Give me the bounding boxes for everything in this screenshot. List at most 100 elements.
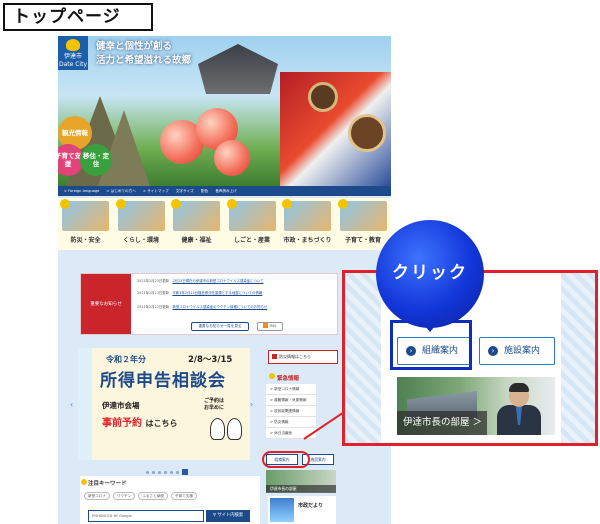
category-navigation: 防災・安全 くらし・環境 健康・福祉 しごと・産業 市政・まちづくり 子育て・教… [58, 198, 391, 250]
search-icon: ⚲ [212, 513, 216, 518]
pagination-dot[interactable] [170, 471, 173, 474]
banner-date: 2/8～3/15 [188, 355, 233, 365]
keyword-tag[interactable]: 子育て支援 [170, 492, 197, 500]
category-label: 子育て・教育 [344, 237, 381, 244]
sitemap-link[interactable]: > サイトマップ [143, 189, 169, 193]
notice-link[interactable]: 令和3年2月13日福島県沖を震源とする地震についての情報 [172, 291, 262, 295]
peach-image [214, 140, 250, 176]
emergency-item[interactable]: > 避難情報・気象警報 [266, 395, 316, 406]
mascot-image [210, 418, 225, 440]
important-notice-panel: 重要なお知らせ 2021年2月23日更新 2月23日現在の伊達市の新型コロナウイ… [80, 273, 338, 335]
hero-banner[interactable]: 伊達市 Date City 健幸と個性が創る 活力と希望溢れる故郷 観光情報 子… [58, 36, 391, 186]
keyword-icon [81, 479, 87, 485]
pagination-dot[interactable] [176, 471, 179, 474]
notice-list-button[interactable]: 重要なお知らせ一覧を見る [191, 322, 249, 331]
mayor-room-label-zoomed: 伊達市長の部屋 ＞ [397, 411, 487, 435]
newsletter-label: 市政だより [298, 503, 323, 509]
emergency-list: > 新型コロナ情報 > 避難情報・気象警報 > 放射能関連情報 > 防災情報 >… [266, 384, 316, 439]
notice-date: 2021年2月23日更新 [137, 279, 170, 283]
temple-image [198, 44, 278, 94]
site-logo[interactable]: 伊達市 Date City [58, 36, 88, 70]
site-search-button[interactable]: ⚲ サイト内検索 [206, 510, 250, 522]
hero-slogan: 健幸と個性が創る 活力と希望溢れる故郷 [96, 41, 192, 66]
notice-date: 2021年2月13日更新 [137, 291, 170, 295]
page-heading: トップページ [3, 3, 153, 31]
category-living[interactable]: くらし・環境 [114, 198, 170, 250]
banner-venue: 伊達市会場 [102, 401, 140, 410]
rss-button[interactable]: RSS [257, 322, 283, 331]
keyword-tags: 新型コロナ ワクチン ふるさと納税 子育て支援 [84, 492, 197, 500]
category-label: 健康・福祉 [181, 237, 212, 244]
drum-image [308, 82, 338, 112]
emergency-item[interactable]: > 防災情報 [266, 417, 316, 428]
rss-icon [263, 323, 269, 328]
notice-link[interactable]: 2月23日現在の伊達市の新型コロナウイルス感染症について [172, 279, 263, 283]
rss-label: RSS [269, 324, 277, 328]
keyword-title: 注目キーワード [88, 481, 127, 487]
notice-heading: 重要なお知らせ [81, 274, 131, 334]
notice-item[interactable]: 2021年2月13日更新 令和3年2月13日福島県沖を震源とする地震についての情… [137, 290, 333, 296]
pagination-dot[interactable] [158, 471, 161, 474]
notice-date: 2021年2月12日更新 [137, 305, 170, 309]
read-aloud-button[interactable]: 音声読み上げ [215, 189, 237, 193]
keyword-tag[interactable]: ワクチン [112, 492, 136, 500]
pause-icon[interactable] [182, 469, 188, 475]
notice-item[interactable]: 2021年2月12日更新 新型コロナウイルス感染症のワクチン接種についてのお知ら… [137, 304, 333, 310]
pagination-dot[interactable] [152, 471, 155, 474]
category-city[interactable]: 市政・まちづくり [280, 198, 336, 250]
notice-link[interactable]: 新型コロナウイルス感染症のワクチン接種についてのお知らせ [172, 305, 267, 309]
home-icon [115, 199, 126, 209]
site-search-input[interactable]: ENHANCED BY Google [88, 510, 204, 522]
banner-prev-arrow-icon[interactable]: ‹ [70, 400, 73, 409]
relocation-button[interactable]: 移住・定住 [80, 144, 112, 176]
click-label: クリック [392, 263, 468, 283]
color-scheme-control[interactable]: 配色 [201, 189, 208, 193]
emergency-title: 緊急情報 [277, 376, 300, 382]
category-health[interactable]: 健康・福祉 [169, 198, 225, 250]
category-work[interactable]: しごと・産業 [225, 198, 281, 250]
foreign-language-link[interactable]: > Foreign language [64, 189, 99, 193]
tax-consultation-banner[interactable]: 令和２年分 2/8～3/15 所得申告相談会 伊達市会場 ご予約は お早めに 事… [78, 348, 250, 460]
hero-pagination[interactable] [208, 179, 232, 186]
keyword-tag[interactable]: 新型コロナ [84, 492, 110, 500]
category-label: 防災・安全 [70, 237, 101, 244]
reserve-text: 事前予約 [102, 418, 142, 429]
banner-note: ご予約は お早めに [204, 398, 225, 411]
category-education[interactable]: 子育て・教育 [336, 198, 392, 250]
pagination-dot[interactable] [164, 471, 167, 474]
newsletter-image [270, 498, 294, 522]
drum-image [348, 114, 386, 152]
notice-item[interactable]: 2021年2月23日更新 2月23日現在の伊達市の新型コロナウイルス感染症につい… [137, 278, 333, 284]
reserve-suffix: はこちら [145, 419, 178, 428]
pagination-dot[interactable] [146, 471, 149, 474]
city-emblem-icon [66, 39, 80, 51]
disaster-label: 防災情報はこちら [279, 354, 311, 359]
banner-reserve: 事前予約 はこちら [102, 414, 177, 429]
briefcase-icon [226, 199, 237, 209]
heart-icon [171, 199, 181, 209]
facility-guide-button-zoomed[interactable]: › 施設案内 [479, 337, 555, 365]
chevron-right-icon: › [488, 346, 498, 356]
category-disaster[interactable]: 防災・安全 [58, 198, 114, 250]
font-size-control[interactable]: 文字サイズ [176, 189, 194, 193]
building-icon [282, 199, 292, 209]
category-label: しごと・産業 [233, 237, 270, 244]
mascot-image [227, 418, 242, 440]
mayor-room-label: 伊達市長の部屋 [266, 485, 336, 493]
banner-year: 令和２年分 [106, 355, 146, 364]
category-label: くらし・環境 [122, 237, 159, 244]
keyword-tag[interactable]: ふるさと納税 [138, 492, 168, 500]
disaster-icon [272, 354, 277, 359]
banner-next-arrow-icon[interactable]: › [250, 400, 253, 409]
child-icon [337, 199, 348, 209]
disaster-info-button[interactable]: 防災情報はこちら [268, 350, 338, 364]
emergency-item[interactable]: > 新型コロナ情報 [266, 384, 316, 395]
emergency-item[interactable]: > 放射能関連情報 [266, 406, 316, 417]
target-highlight-ring [262, 451, 310, 468]
alert-icon [60, 199, 70, 209]
category-label: 市政・まちづくり [283, 237, 332, 244]
utility-bar: > Foreign language > はじめての方へ > サイトマップ 文字… [58, 186, 391, 196]
mascot-characters [210, 418, 246, 444]
first-visit-link[interactable]: > はじめての方へ [107, 189, 136, 193]
logo-name: 伊達市 [63, 53, 82, 60]
